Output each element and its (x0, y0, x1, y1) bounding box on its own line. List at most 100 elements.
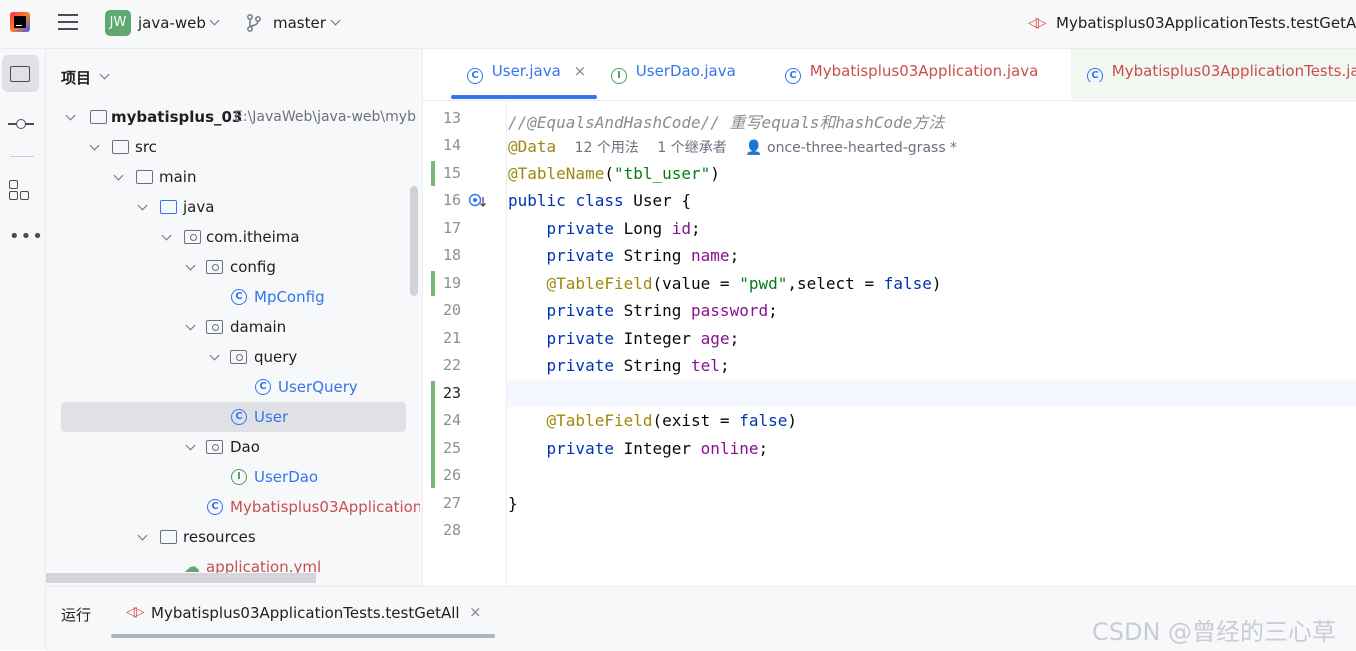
code-line-22: private String tel; (508, 356, 730, 375)
field: age (700, 329, 730, 348)
line-number: 27 (442, 494, 461, 512)
line-number: 15 (442, 164, 461, 182)
tab-application-java[interactable]: C Mybatisplus03Application.java (785, 62, 1038, 84)
folder-icon[interactable] (10, 66, 30, 82)
keyword: private (546, 439, 614, 458)
run-tool-title[interactable]: 运行 (61, 604, 91, 625)
tool-window-strip (0, 49, 46, 650)
spring-boot-app-icon: C (207, 499, 223, 515)
keyword: false (883, 274, 932, 293)
module-path: E:\JavaWeb\java-web\myb (234, 109, 416, 125)
code-line-20: private String password; (508, 301, 778, 320)
code-line-19: @TableField(value = "pwd",select = false… (508, 274, 942, 293)
tree-item-label: User (254, 408, 289, 426)
structure-icon[interactable] (9, 180, 31, 200)
implemented-gutter-icon[interactable] (468, 193, 488, 209)
test-config-icon: ◁▷ (126, 604, 144, 620)
vcs-change-marker[interactable] (431, 381, 435, 488)
divider (10, 156, 34, 157)
line-number: 20 (442, 301, 461, 319)
line-number: 13 (442, 109, 461, 127)
interface-icon: I (611, 68, 627, 84)
source-folder-icon (160, 200, 177, 214)
vertical-scrollbar[interactable] (410, 186, 418, 296)
class-icon: C (255, 379, 271, 395)
code-text: ; (758, 439, 769, 458)
tab-application-tests[interactable]: C Mybatisplus03ApplicationTests.ja (1087, 62, 1356, 82)
tree-item-label: main (159, 168, 197, 186)
line-number: 16 (442, 191, 461, 209)
keyword: private (546, 219, 614, 238)
commit-icon[interactable] (8, 116, 34, 132)
code-line-15: @TableName("tbl_user") (508, 164, 720, 183)
vcs-change-marker[interactable] (431, 271, 435, 296)
expand-arrow-icon[interactable] (65, 110, 76, 121)
main-menu-icon[interactable] (58, 14, 78, 32)
panel-title[interactable]: 项目 (61, 67, 91, 88)
code-text: (exist = (652, 411, 740, 430)
project-selector[interactable]: java-web (138, 14, 206, 32)
vcs-change-marker[interactable] (431, 161, 435, 186)
keyword: public (508, 191, 566, 210)
code-comment: //@EqualsAndHashCode// 重写equals和hashCode… (508, 113, 945, 132)
interface-icon: I (231, 469, 247, 485)
string-literal: "pwd" (739, 274, 788, 293)
author-icon: 👤 (745, 140, 763, 156)
tree-item-label: UserQuery (278, 378, 358, 396)
code-line-24: @TableField(exist = false) (508, 411, 797, 430)
intellij-logo-icon[interactable] (10, 12, 30, 32)
keyword: class (575, 191, 624, 210)
folder-icon (112, 140, 129, 154)
class-icon: C (467, 68, 483, 84)
author-hint[interactable]: once-three-hearted-grass * (767, 140, 957, 156)
string-literal: "tbl_user" (613, 164, 711, 183)
line-number: 23 (442, 384, 461, 402)
tab-userdao-java[interactable]: I UserDao.java (611, 62, 736, 84)
code-text: ; (729, 246, 740, 265)
test-class-icon: C (1087, 68, 1103, 82)
tree-item-module[interactable]: mybatisplus_03 E:\JavaWeb\java-web\myb (64, 103, 420, 131)
code-line-18: private String name; (508, 246, 740, 265)
usages-hint[interactable]: 12 个用法 (575, 140, 639, 156)
code-text: ) (931, 274, 942, 293)
package-icon (206, 440, 223, 454)
git-branch-icon[interactable] (246, 14, 262, 32)
annotation: @TableField (546, 274, 653, 293)
class-name: User { (623, 191, 692, 210)
close-icon[interactable]: × (574, 62, 587, 80)
active-run-tab-indicator (111, 634, 495, 638)
tab-label: UserDao.java (635, 62, 736, 80)
line-number: 28 (442, 521, 461, 539)
run-configuration-selector[interactable]: Mybatisplus03ApplicationTests.testGetAl (1056, 14, 1356, 32)
tree-item-label: resources (183, 528, 256, 546)
close-icon[interactable]: × (469, 603, 482, 621)
code-line-21: private Integer age; (508, 329, 740, 348)
type: Long (613, 219, 672, 238)
code-text: ; (768, 301, 778, 320)
tab-user-java[interactable]: C User.java × (467, 62, 587, 84)
line-number: 26 (442, 466, 461, 484)
branch-selector[interactable]: master (273, 14, 326, 32)
package-icon (206, 260, 223, 274)
horizontal-scrollbar[interactable] (46, 573, 316, 583)
code-line-25: private Integer online; (508, 439, 769, 458)
code-text: } (508, 494, 518, 513)
tree-item-label: Mybatisplus03Application (230, 498, 420, 516)
field: tel (691, 356, 720, 375)
package-icon (184, 230, 201, 244)
tab-label: User.java (491, 62, 561, 80)
run-tab[interactable]: Mybatisplus03ApplicationTests.testGetAll (151, 604, 460, 622)
resources-folder-icon (160, 530, 177, 544)
tree-item-class[interactable]: C Mybatisplus03Application (207, 493, 420, 521)
inheritors-hint[interactable]: 1 个继承者 (657, 140, 726, 156)
more-icon[interactable]: ••• (9, 226, 44, 247)
project-badge[interactable]: JW (105, 10, 131, 36)
line-number: 14 (442, 136, 461, 154)
package-icon (230, 350, 247, 364)
watermark: CSDN @曾经的三心草 (1092, 618, 1337, 646)
tab-label: Mybatisplus03ApplicationTests.ja (1111, 62, 1356, 80)
spring-boot-app-icon: C (785, 68, 801, 84)
code-text: ; (729, 329, 740, 348)
line-number: 17 (442, 219, 461, 237)
tree-item-label: UserDao (254, 468, 319, 486)
